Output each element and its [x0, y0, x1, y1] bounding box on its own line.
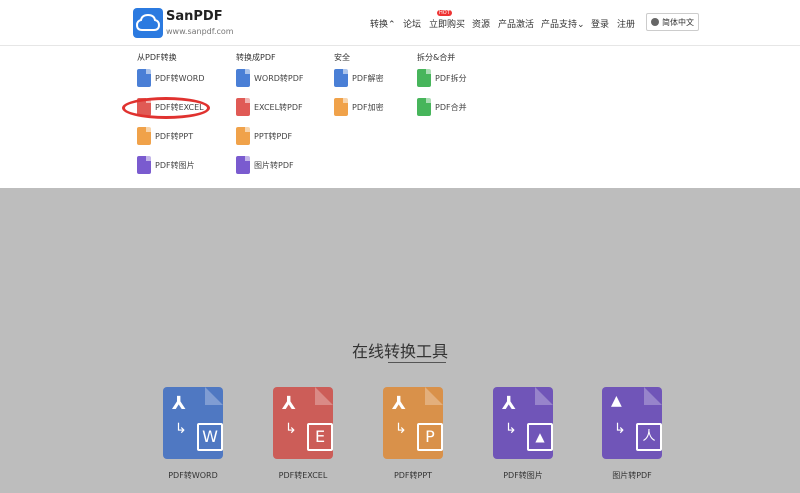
- merge-file-icon: [417, 98, 431, 116]
- title-underline: [388, 362, 446, 363]
- column-heading-split-merge: 拆分&合并: [417, 53, 456, 62]
- word-file-icon: [236, 69, 250, 87]
- brand-url: www.sanpdf.com: [166, 27, 234, 36]
- tool-card-pdf-to-image[interactable]: ⅄ ↳ ▲: [493, 387, 553, 459]
- menu-item-label: PPT转PDF: [254, 132, 293, 141]
- ppt-badge-icon: P: [417, 423, 443, 451]
- globe-icon: [651, 18, 659, 26]
- menu-item-label: PDF解密: [352, 74, 384, 83]
- column-heading-from-pdf: 从PDF转换: [137, 53, 177, 62]
- excel-badge-icon: E: [307, 423, 333, 451]
- pdf-symbol-icon: ⅄: [282, 393, 296, 414]
- hot-badge: HOT: [437, 10, 452, 16]
- page-fold-icon: [644, 387, 662, 405]
- arrow-icon: ↳: [285, 421, 297, 437]
- pdf-badge-icon: 人: [636, 423, 662, 451]
- column-heading-to-pdf: 转换成PDF: [236, 53, 276, 62]
- word-file-icon: [137, 69, 151, 87]
- pdf-symbol-icon: ⅄: [172, 393, 186, 414]
- nav-resources[interactable]: 资源: [472, 17, 490, 30]
- split-file-icon: [417, 69, 431, 87]
- image-badge-icon: ▲: [527, 423, 553, 451]
- pdf-symbol-icon: ⅄: [392, 393, 406, 414]
- chevron-up-icon: ⌃: [388, 20, 396, 30]
- arrow-icon: ↳: [175, 421, 187, 437]
- page-fold-icon: [535, 387, 553, 405]
- page-fold-icon: [205, 387, 223, 405]
- unlock-file-icon: [334, 69, 348, 87]
- excel-file-icon: [236, 98, 250, 116]
- nav-convert-label: 转换: [370, 20, 389, 30]
- page-fold-icon: [315, 387, 333, 405]
- tool-card-label[interactable]: 图片转PDF: [582, 470, 682, 481]
- tools-section-title: 在线转换工具: [351, 342, 448, 361]
- menu-item-label: PDF转PPT: [155, 132, 194, 141]
- nav-register[interactable]: 注册: [617, 17, 635, 30]
- nav-login[interactable]: 登录: [591, 17, 609, 30]
- column-heading-security: 安全: [334, 53, 350, 62]
- nav-support[interactable]: 产品支持⌄: [541, 17, 585, 30]
- brand-name[interactable]: SanPDF: [166, 9, 223, 24]
- nav-forum[interactable]: 论坛: [403, 17, 421, 30]
- menu-item-label: WORD转PDF: [254, 74, 304, 83]
- pdf-symbol-icon: ⅄: [502, 393, 516, 414]
- language-button[interactable]: 简体中文: [646, 13, 699, 31]
- tool-card-pdf-to-excel[interactable]: ⅄ ↳ E: [273, 387, 333, 459]
- tool-card-label[interactable]: PDF转WORD: [143, 470, 243, 481]
- menu-item-label: PDF加密: [352, 103, 384, 112]
- ppt-file-icon: [137, 127, 151, 145]
- menu-item-label: PDF拆分: [435, 74, 467, 83]
- cloud-logo-icon[interactable]: [133, 8, 163, 38]
- chevron-down-icon: ⌄: [577, 20, 585, 30]
- nav-activate[interactable]: 产品激活: [498, 17, 534, 30]
- tool-card-label[interactable]: PDF转EXCEL: [253, 470, 353, 481]
- arrow-icon: ↳: [505, 421, 517, 437]
- lock-file-icon: [334, 98, 348, 116]
- tool-card-label[interactable]: PDF转PPT: [363, 470, 463, 481]
- mountain-image-icon: ▲: [611, 393, 622, 409]
- ppt-file-icon: [236, 127, 250, 145]
- tool-card-image-to-pdf[interactable]: ▲ ↳ 人: [602, 387, 662, 459]
- top-header: SanPDF www.sanpdf.com 转换⌃ 论坛 立即购买 HOT 资源…: [0, 0, 800, 46]
- tool-card-pdf-to-word[interactable]: ⅄ ↳ W: [163, 387, 223, 459]
- red-highlight-circle: [122, 97, 210, 119]
- menu-item-label: EXCEL转PDF: [254, 103, 303, 112]
- image-file-icon: [236, 156, 250, 174]
- menu-item-label: PDF转图片: [155, 161, 195, 170]
- menu-item-label: PDF合并: [435, 103, 467, 112]
- arrow-icon: ↳: [395, 421, 407, 437]
- arrow-icon: ↳: [614, 421, 626, 437]
- tool-card-pdf-to-ppt[interactable]: ⅄ ↳ P: [383, 387, 443, 459]
- page-fold-icon: [425, 387, 443, 405]
- convert-dropdown-menu: 从PDF转换 转换成PDF 安全 拆分&合并 PDF转WORD PDF转EXCE…: [0, 46, 800, 188]
- word-badge-icon: W: [197, 423, 223, 451]
- nav-convert[interactable]: 转换⌃: [370, 17, 396, 30]
- menu-item-label: PDF转WORD: [155, 74, 205, 83]
- tool-card-label[interactable]: PDF转图片: [473, 470, 573, 481]
- nav-support-label: 产品支持: [541, 20, 578, 30]
- nav-buy[interactable]: 立即购买: [429, 17, 465, 30]
- menu-item-label: 图片转PDF: [254, 161, 294, 170]
- image-file-icon: [137, 156, 151, 174]
- language-label: 简体中文: [662, 18, 694, 27]
